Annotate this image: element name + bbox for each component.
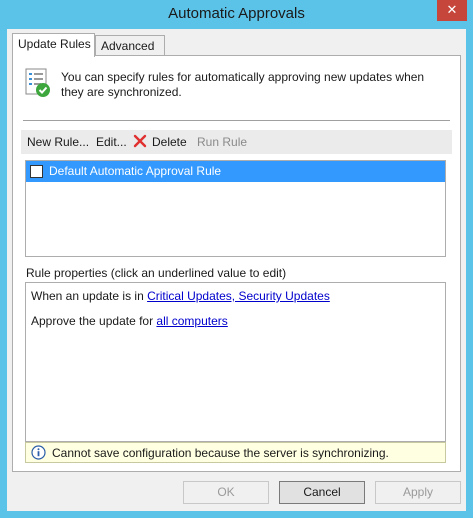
rules-toolbar: New Rule... Edit... Delete Run Rule [21, 130, 452, 154]
list-item[interactable]: Default Automatic Approval Rule [26, 161, 445, 182]
classifications-prefix: When an update is in [31, 289, 148, 303]
properties-line-classifications: When an update is in Critical Updates, S… [31, 289, 330, 303]
delete-label: Delete [152, 135, 187, 149]
tab-advanced[interactable]: Advanced [95, 35, 165, 56]
rule-name: Default Automatic Approval Rule [49, 164, 222, 178]
properties-line-computers: Approve the update for all computers [31, 314, 228, 328]
update-rules-panel: You can specify rules for automatically … [12, 55, 461, 472]
tab-update-rules[interactable]: Update Rules [12, 33, 95, 57]
info-icon [31, 445, 46, 460]
ok-button[interactable]: OK [183, 481, 269, 504]
new-rule-button[interactable]: New Rule... [27, 135, 89, 149]
rule-enable-checkbox[interactable] [30, 165, 43, 178]
status-message: Cannot save configuration because the se… [52, 446, 389, 460]
title-bar[interactable]: Automatic Approvals ✕ [0, 0, 473, 29]
delete-x-icon [133, 134, 147, 148]
apply-button[interactable]: Apply [375, 481, 461, 504]
rule-properties-box: When an update is in Critical Updates, S… [25, 282, 446, 442]
separator [23, 120, 450, 121]
rules-list: Default Automatic Approval Rule [25, 160, 446, 257]
window-title: Automatic Approvals [168, 5, 305, 22]
dialog-window: Automatic Approvals ✕ Update Rules Advan… [0, 0, 473, 518]
cancel-button[interactable]: Cancel [279, 481, 365, 504]
rule-properties-label: Rule properties (click an underlined val… [26, 266, 287, 280]
intro-description: You can specify rules for automatically … [61, 70, 425, 99]
close-button[interactable]: ✕ [437, 0, 467, 21]
computers-prefix: Approve the update for [31, 314, 157, 328]
status-bar: Cannot save configuration because the se… [25, 442, 446, 463]
classifications-link[interactable]: Critical Updates, Security Updates [147, 289, 330, 303]
dialog-client-area: Update Rules Advanced You can specify ru… [7, 29, 466, 511]
close-icon: ✕ [446, 2, 458, 17]
computers-link[interactable]: all computers [156, 314, 227, 328]
edit-rule-button[interactable]: Edit... [96, 135, 127, 149]
run-rule-button[interactable]: Run Rule [197, 135, 247, 149]
rules-checklist-icon [25, 68, 50, 97]
